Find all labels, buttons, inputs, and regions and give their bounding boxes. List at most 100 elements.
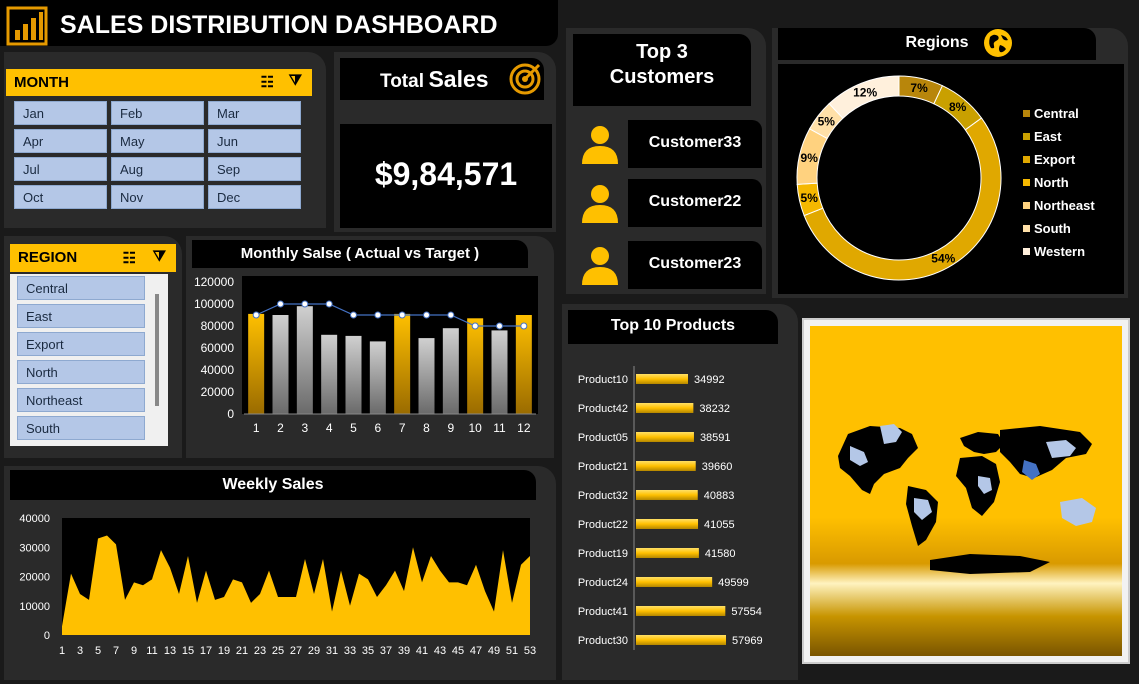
product-label: Product05 — [578, 432, 628, 444]
month-chip-aug[interactable]: Aug — [111, 157, 204, 181]
globe-icon — [984, 29, 1012, 57]
regions-legend: Central East Export North Northeast South West… — [1023, 102, 1095, 263]
multi-select-icon[interactable]: ☷ — [261, 73, 274, 91]
bar-chart-logo-icon — [6, 6, 48, 46]
region-slicer-title: REGION — [18, 249, 78, 266]
customer-name-box: Customer33 — [628, 120, 762, 168]
product-value-label: 41055 — [704, 519, 735, 531]
monthly-bar — [515, 315, 532, 414]
customer-name-box: Customer22 — [628, 179, 762, 227]
customer-name: Customer23 — [648, 255, 742, 272]
month-chip-sep[interactable]: Sep — [208, 157, 301, 181]
x-tick-label: 33 — [344, 645, 356, 657]
monthly-bar — [442, 328, 459, 414]
region-chip-northeast[interactable]: Northeast — [17, 388, 145, 412]
x-tick-label: 27 — [290, 645, 302, 657]
region-chip-central[interactable]: Central — [17, 276, 145, 300]
monthly-bar — [394, 313, 411, 414]
products-header: Top 10 Products — [568, 310, 778, 344]
month-chip-feb[interactable]: Feb — [111, 101, 204, 125]
x-tick-label: 3 — [301, 421, 308, 435]
month-chip-jan[interactable]: Jan — [14, 101, 107, 125]
product-value-label: 38232 — [699, 403, 730, 415]
legend-label: Export — [1034, 152, 1076, 167]
region-slicer-header: REGION ☷ ⧩ — [10, 244, 176, 272]
x-tick-label: 13 — [164, 645, 176, 657]
legend-label: Western — [1034, 244, 1086, 259]
product-label: Product41 — [578, 606, 628, 618]
monthly-bar — [272, 315, 289, 414]
monthly-chart: 0200004000060000800001000001200001 2 3 4 5 6 7… — [194, 275, 538, 435]
product-bar — [636, 374, 688, 384]
x-tick-label: 23 — [254, 645, 266, 657]
y-tick-label: 20000 — [19, 572, 50, 584]
regions-title: Regions — [905, 34, 969, 51]
month-slicer-header: MONTH ☷ ⧩ — [6, 69, 312, 96]
x-tick-label: 2 — [277, 421, 284, 435]
donut-label: 7% — [910, 81, 928, 95]
customer-name: Customer22 — [648, 193, 742, 210]
legend-label: Northeast — [1034, 198, 1095, 213]
donut-label: 5% — [818, 115, 836, 129]
top-customers-title-2: Customers — [609, 66, 715, 88]
weekly-chart: 0100002000030000400001 3 5 7 9 11 13 15 17 19 21 23… — [19, 513, 536, 657]
x-tick-label: 49 — [488, 645, 500, 657]
month-slicer-title: MONTH — [14, 74, 69, 91]
total-sales-value: $9,84,571 — [374, 156, 518, 192]
legend-label: North — [1034, 175, 1069, 190]
product-label: Product24 — [578, 577, 628, 589]
product-label: Product21 — [578, 461, 628, 473]
region-scrollbar[interactable] — [148, 276, 166, 444]
weekly-header: Weekly Sales — [10, 470, 536, 500]
legend-swatch — [1023, 156, 1030, 163]
target-point — [398, 311, 406, 319]
region-chip-east[interactable]: East — [17, 304, 145, 328]
y-tick-label: 20000 — [201, 385, 235, 399]
product-label: Product10 — [578, 374, 628, 386]
clear-filter-icon[interactable]: ⧩ — [289, 72, 302, 89]
region-chip-north[interactable]: North — [17, 360, 145, 384]
donut-label: 5% — [801, 191, 819, 205]
x-tick-label: 15 — [182, 645, 194, 657]
user-icon — [582, 185, 618, 223]
month-chip-mar[interactable]: Mar — [208, 101, 301, 125]
legend-swatch — [1023, 248, 1030, 255]
product-bar — [636, 577, 713, 587]
month-chip-apr[interactable]: Apr — [14, 129, 107, 153]
month-chip-dec[interactable]: Dec — [208, 185, 301, 209]
month-chip-jun[interactable]: Jun — [208, 129, 301, 153]
x-tick-label: 5 — [95, 645, 101, 657]
target-point — [423, 311, 430, 319]
product-label: Product32 — [578, 490, 628, 502]
region-chip-export[interactable]: Export — [17, 332, 145, 356]
x-tick-label: 3 — [77, 645, 83, 657]
product-label: Product30 — [578, 635, 628, 647]
month-chip-oct[interactable]: Oct — [14, 185, 107, 209]
multi-select-icon[interactable]: ☷ — [123, 249, 136, 267]
clear-filter-icon[interactable]: ⧩ — [153, 248, 166, 265]
monthly-header: Monthly Salse ( Actual vs Target ) — [192, 240, 528, 268]
monthly-bar — [321, 334, 338, 414]
month-chip-nov[interactable]: Nov — [111, 185, 204, 209]
donut-label: 54% — [931, 252, 955, 266]
monthly-bar — [491, 330, 508, 414]
month-chip-may[interactable]: May — [111, 129, 204, 153]
product-label: Product22 — [578, 519, 628, 531]
scrollbar-thumb[interactable] — [155, 294, 159, 406]
monthly-bar — [345, 335, 362, 414]
monthly-title: Monthly Salse ( Actual vs Target ) — [240, 245, 480, 262]
world-map-shapes — [838, 424, 1096, 574]
x-tick-label: 45 — [452, 645, 464, 657]
legend-item-north: North — [1023, 171, 1095, 194]
month-chip-jul[interactable]: Jul — [14, 157, 107, 181]
x-tick-label: 29 — [308, 645, 320, 657]
products-title: Top 10 Products — [610, 317, 736, 334]
product-bar — [636, 403, 694, 413]
product-bar — [636, 548, 699, 558]
region-chip-south[interactable]: South — [17, 416, 145, 440]
product-value-label: 40883 — [704, 490, 735, 502]
donut-label: 8% — [949, 100, 967, 114]
x-tick-label: 17 — [200, 645, 212, 657]
product-bar — [636, 461, 696, 471]
x-tick-label: 31 — [326, 645, 338, 657]
